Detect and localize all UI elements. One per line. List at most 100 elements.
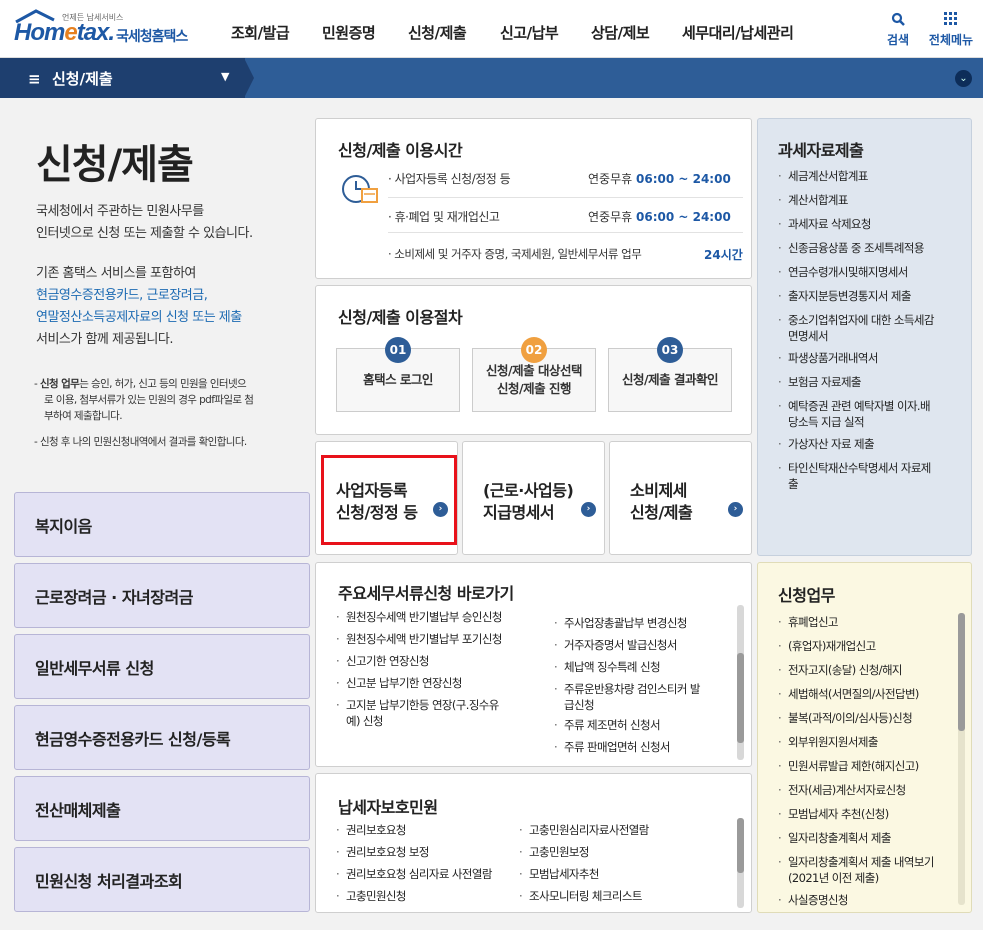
consumption-tax-card[interactable]: 소비제세 신청/제출 › (609, 441, 752, 555)
intro-description: 국세청에서 주관하는 민원사무를 인터넷으로 신청 또는 제출할 수 있습니다. (36, 204, 253, 241)
cash-receipt-card-button[interactable]: 현금영수증전용카드 신청/등록 (14, 705, 310, 770)
menu-application-submission[interactable]: 신청/제출 (408, 22, 467, 43)
major-document-shortcuts-card: 주요세무서류신청 바로가기 원천징수세액 반기별납부 승인신청 원천징수세액 반… (315, 562, 752, 767)
intro-services: 기존 홈택스 서비스를 포함하여 현금영수증전용카드, 근로장려금, 연말정산소… (36, 266, 242, 347)
protection-link[interactable]: 모범납세자추천 (519, 866, 599, 882)
shortcut-link[interactable]: 원천징수세액 반기별납부 승인신청 (336, 609, 502, 625)
application-work-link[interactable]: 전자(세금)계산서자료신청 (778, 782, 906, 798)
protection-link[interactable]: 조사모니터링 체크리스트 (519, 888, 642, 904)
tax-data-link[interactable]: 계산서합계표 (778, 192, 848, 208)
application-work-link[interactable]: 전자고지(송달) 신청/해지 (778, 662, 902, 678)
step-number-1: 01 (385, 337, 411, 363)
notice-2: - 신청 후 나의 민원신청내역에서 결과를 확인합니다. (34, 436, 247, 448)
taxpayer-protection-card: 납세자보호민원 권리보호요청 권리보호요청 보정 권리보호요청 심리자료 사전열… (315, 773, 752, 913)
search-label: 검색 (886, 33, 910, 47)
protection-link[interactable]: 고충민원심리자료사전열람 (519, 822, 649, 838)
tax-data-link[interactable]: 가상자산 자료 제출 (778, 436, 875, 452)
application-work-link[interactable]: 일자리창출계획서 제출 (778, 830, 891, 846)
section-selector[interactable]: ≡ 신청/제출 ▼ (0, 58, 245, 98)
services-link-1[interactable]: 현금영수증전용카드, 근로장려금, (36, 285, 242, 307)
electronic-media-button[interactable]: 전산매체제출 (14, 776, 310, 841)
tax-data-link[interactable]: 보험금 자료제출 (778, 374, 862, 390)
application-work-link[interactable]: 일자리창출계획서 제출 내역보기(2021년 이전 제출) (778, 854, 934, 886)
shortcut-link[interactable]: 신고기한 연장신청 (336, 653, 429, 669)
application-work-link[interactable]: 민원서류발급 제한(해지신고) (778, 758, 919, 774)
shortcut-link[interactable]: 신고분 납부기한 연장신청 (336, 675, 462, 691)
tax-data-link[interactable]: 예탁증권 관련 예탁자별 이자.배당소득 지급 실적 (778, 398, 931, 430)
application-work-link[interactable]: 세법해석(서면질의/사전답변) (778, 686, 919, 702)
services-link-2[interactable]: 연말정산소득공제자료의 신청 또는 제출 (36, 307, 242, 329)
grid-menu-icon (944, 12, 957, 25)
hours-row-2-label: · 휴·폐업 및 재개업신고 (388, 210, 500, 224)
step-number-3: 03 (657, 337, 683, 363)
general-tax-document-button[interactable]: 일반세무서류 신청 (14, 634, 310, 699)
hours-row-2-value: 연중무휴 06:00 ~ 24:00 (588, 210, 731, 224)
section-title: 신청/제출 (52, 70, 113, 88)
application-work-link[interactable]: 휴폐업신고 (778, 614, 838, 630)
arrow-right-icon: › (728, 502, 743, 517)
menu-inquiry-issuance[interactable]: 조회/발급 (231, 22, 290, 43)
protection-link[interactable]: 권리보호요청 보정 (336, 844, 429, 860)
logo-korean-name: 국세청홈택스 (116, 29, 188, 45)
welfare-button[interactable]: 복지이음 (14, 492, 310, 557)
protection-link[interactable]: 고충민원신청 (336, 888, 406, 904)
caret-down-icon: ▼ (221, 70, 230, 83)
application-work-link[interactable]: 사실증명신청 (778, 892, 848, 908)
search-button[interactable]: 검색 (884, 12, 912, 48)
menu-report-payment[interactable]: 신고/납부 (500, 22, 559, 43)
menu-tax-agent[interactable]: 세무대리/납세관리 (682, 22, 794, 43)
top-navigation: 언제든 납세서비스 Hometax. 국세청홈택스 조회/발급 민원증명 신청/… (0, 0, 983, 58)
application-work-card: 신청업무 휴폐업신고 (휴업자)재개업신고 전자고지(송달) 신청/해지 세법해… (757, 562, 972, 913)
all-menu-button[interactable]: 전체메뉴 (926, 12, 976, 48)
tax-data-link[interactable]: 출자지분등변경통지서 제출 (778, 288, 911, 304)
application-work-link[interactable]: 모범납세자 추천(신청) (778, 806, 889, 822)
tax-data-link[interactable]: 연금수령개시및해지명세서 (778, 264, 908, 280)
hours-row-3-label: · 소비제세 및 거주자 증명, 국제세원, 일반세무서류 업무 (388, 247, 642, 261)
protection-link[interactable]: 고충민원보정 (519, 844, 589, 860)
protection-link[interactable]: 권리보호요청 (336, 822, 406, 838)
shortcut-link[interactable]: 체납액 징수특례 신청 (554, 659, 661, 675)
shortcut-link[interactable]: 거주자증명서 발급신청서 (554, 637, 677, 653)
selector-arrow-shape (244, 58, 254, 98)
hours-row-1-value: 연중무휴 06:00 ~ 24:00 (588, 172, 731, 186)
process-card: 신청/제출 이용절차 홈택스 로그인 01 신청/제출 대상선택 신청/제출 진행… (315, 285, 752, 435)
page-title: 신청/제출 (36, 142, 194, 188)
tax-data-submission-card: 과세자료제출 세금계산서합계표 계산서합계표 과세자료 삭제요청 신종금융상품 … (757, 118, 972, 556)
expand-chevron-icon[interactable]: ⌄ (955, 70, 972, 87)
shortcut-link[interactable]: 주류 판매업면허 신청서 (554, 739, 671, 755)
menu-civil-certificate[interactable]: 민원증명 (322, 22, 376, 43)
hometax-logo[interactable]: 언제든 납세서비스 Hometax. 국세청홈택스 (12, 8, 197, 50)
shortcut-link[interactable]: 주사업장총괄납부 변경신청 (554, 615, 687, 631)
application-work-link[interactable]: 불복(과적/이의/심사등)신청 (778, 710, 913, 726)
divider (388, 232, 743, 233)
protection-link[interactable]: 권리보호요청 심리자료 사전열람 (336, 866, 492, 882)
application-result-button[interactable]: 민원신청 처리결과조회 (14, 847, 310, 912)
tax-data-link[interactable]: 세금계산서합계표 (778, 168, 868, 184)
protection-scrollbar[interactable] (737, 818, 744, 908)
shortcut-link[interactable]: 주류 제조면허 신청서 (554, 717, 661, 733)
shortcuts-scrollbar[interactable] (737, 605, 744, 760)
tax-data-link[interactable]: 파생상품거래내역서 (778, 350, 878, 366)
shortcut-link[interactable]: 원천징수세액 반기별납부 포기신청 (336, 631, 502, 647)
search-icon (891, 12, 905, 26)
earned-income-credit-button[interactable]: 근로장려금 · 자녀장려금 (14, 563, 310, 628)
menu-consult-report[interactable]: 상담/제보 (591, 22, 650, 43)
service-hours-title: 신청/제출 이용시간 (338, 141, 463, 160)
divider (388, 197, 743, 198)
shortcut-link[interactable]: 주류운반용차량 검인스티커 발급신청 (554, 681, 700, 713)
application-work-link[interactable]: 외부위원지원서제출 (778, 734, 878, 750)
shortcut-link[interactable]: 고지분 납부기한등 연장(구.징수유예) 신청 (336, 697, 499, 729)
business-registration-card[interactable]: 사업자등록 신청/정정 등 › (315, 441, 458, 555)
tax-data-link[interactable]: 중소기업취업자에 대한 소득세감면명세서 (778, 312, 934, 344)
tax-data-link[interactable]: 타인신탁재산수탁명세서 자료제출 (778, 460, 931, 492)
application-work-link[interactable]: (휴업자)재개업신고 (778, 638, 876, 654)
sub-navigation-bar: ≡ 신청/제출 ▼ ⌄ (0, 58, 983, 98)
clock-calendar-icon (342, 175, 378, 203)
notice-1: - 신청 업무는 승인, 허가, 신고 등의 민원을 인터넷으 로 이용, 첨부… (34, 378, 254, 422)
step-number-2: 02 (521, 337, 547, 363)
tax-data-link[interactable]: 과세자료 삭제요청 (778, 216, 871, 232)
payment-statement-card[interactable]: (근로·사업등) 지급명세서 › (462, 441, 605, 555)
hamburger-icon: ≡ (28, 70, 41, 88)
tax-data-link[interactable]: 신종금융상품 중 조세특례적용 (778, 240, 924, 256)
application-work-scrollbar[interactable] (958, 613, 965, 905)
